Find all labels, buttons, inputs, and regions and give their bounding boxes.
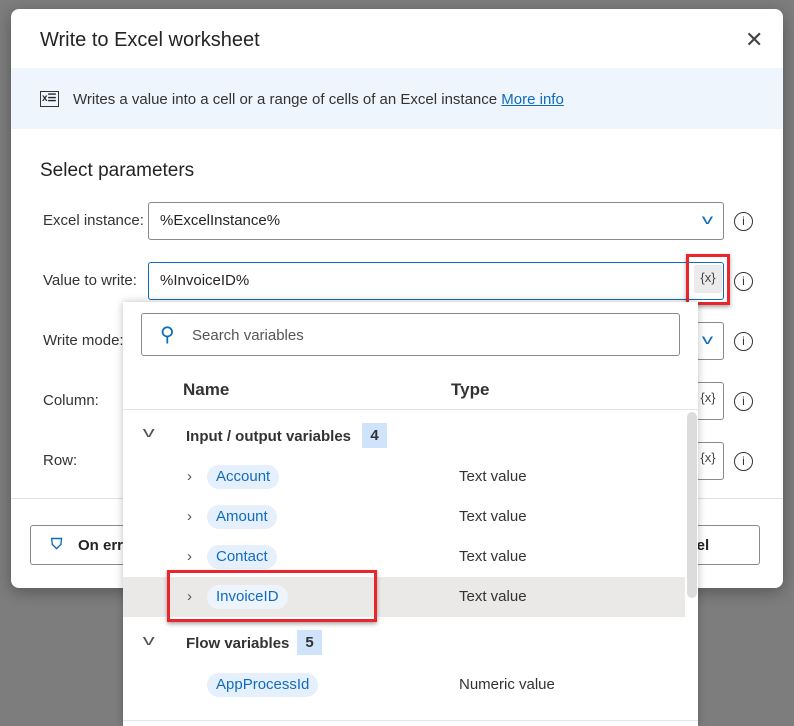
section-title: Select parameters [40,160,195,181]
chevron-right-icon[interactable]: › [187,508,192,525]
column-label: Column: [43,392,99,409]
chevron-down-icon[interactable]: v [143,424,155,441]
chevron-down-icon: v [701,211,714,227]
description: Writes a value into a cell or a range of… [73,91,498,108]
info-banner: x☰ Writes a value into a cell or a range… [11,68,783,129]
insert-variable-button[interactable]: {x} [694,385,722,413]
divider [123,720,698,721]
info-icon[interactable]: i [734,452,753,471]
info-icon[interactable]: i [734,272,753,291]
chevron-right-icon[interactable]: › [187,548,192,565]
chevron-down-icon: v [701,331,714,347]
info-icon[interactable]: i [734,332,753,351]
list-item[interactable]: › Amount Text value [123,497,685,537]
insert-variable-button[interactable]: {x} [694,445,722,473]
variables-flyout: ⚲ Search variables Name Type v Input / o… [123,302,698,726]
variable-type: Numeric value [459,676,555,693]
variable-name: Account [207,465,280,489]
excel-instance-label: Excel instance: [43,212,144,229]
shield-icon: ⛉ [51,536,63,553]
variable-name: AppProcessId [207,673,319,697]
chevron-right-icon[interactable]: › [187,468,192,485]
group-input-output[interactable]: Input / output variables [186,428,351,445]
count-badge: 4 [362,423,387,448]
excel-icon: x☰ [40,91,59,107]
highlight-box [167,570,377,622]
highlight-box [686,254,730,305]
variable-type: Text value [459,508,527,525]
type-column-header[interactable]: Type [451,380,489,400]
value-to-write-value: %InvoiceID% [160,272,250,289]
list-item[interactable]: AppProcessId Numeric value [123,664,685,704]
write-mode-label: Write mode: [43,332,124,349]
excel-instance-dropdown[interactable]: %ExcelInstance% v [148,202,724,240]
chevron-down-icon[interactable]: v [143,632,155,649]
value-to-write-input[interactable]: %InvoiceID% [148,262,724,300]
scrollbar[interactable] [687,412,697,598]
info-icon[interactable]: i [734,392,753,411]
variable-type: Text value [459,588,527,605]
count-badge: 5 [297,630,322,655]
variable-type: Text value [459,548,527,565]
list-item[interactable]: › Account Text value [123,457,685,497]
search-placeholder: Search variables [192,327,304,344]
more-info-link[interactable]: More info [501,91,564,108]
variable-name: Amount [207,505,277,529]
row-label: Row: [43,452,78,469]
search-icon: ⚲ [160,324,175,346]
variable-name: Contact [207,545,277,569]
info-icon[interactable]: i [734,212,753,231]
search-variables-input[interactable]: ⚲ Search variables [141,313,680,356]
dialog-title: Write to Excel worksheet [40,29,260,51]
group-flow-variables[interactable]: Flow variables [186,635,289,652]
excel-instance-value: %ExcelInstance% [160,212,281,229]
value-to-write-label: Value to write: [43,272,137,289]
variable-type: Text value [459,468,527,485]
name-column-header[interactable]: Name [183,380,229,400]
divider [123,409,698,410]
close-icon[interactable]: ✕ [745,27,763,53]
